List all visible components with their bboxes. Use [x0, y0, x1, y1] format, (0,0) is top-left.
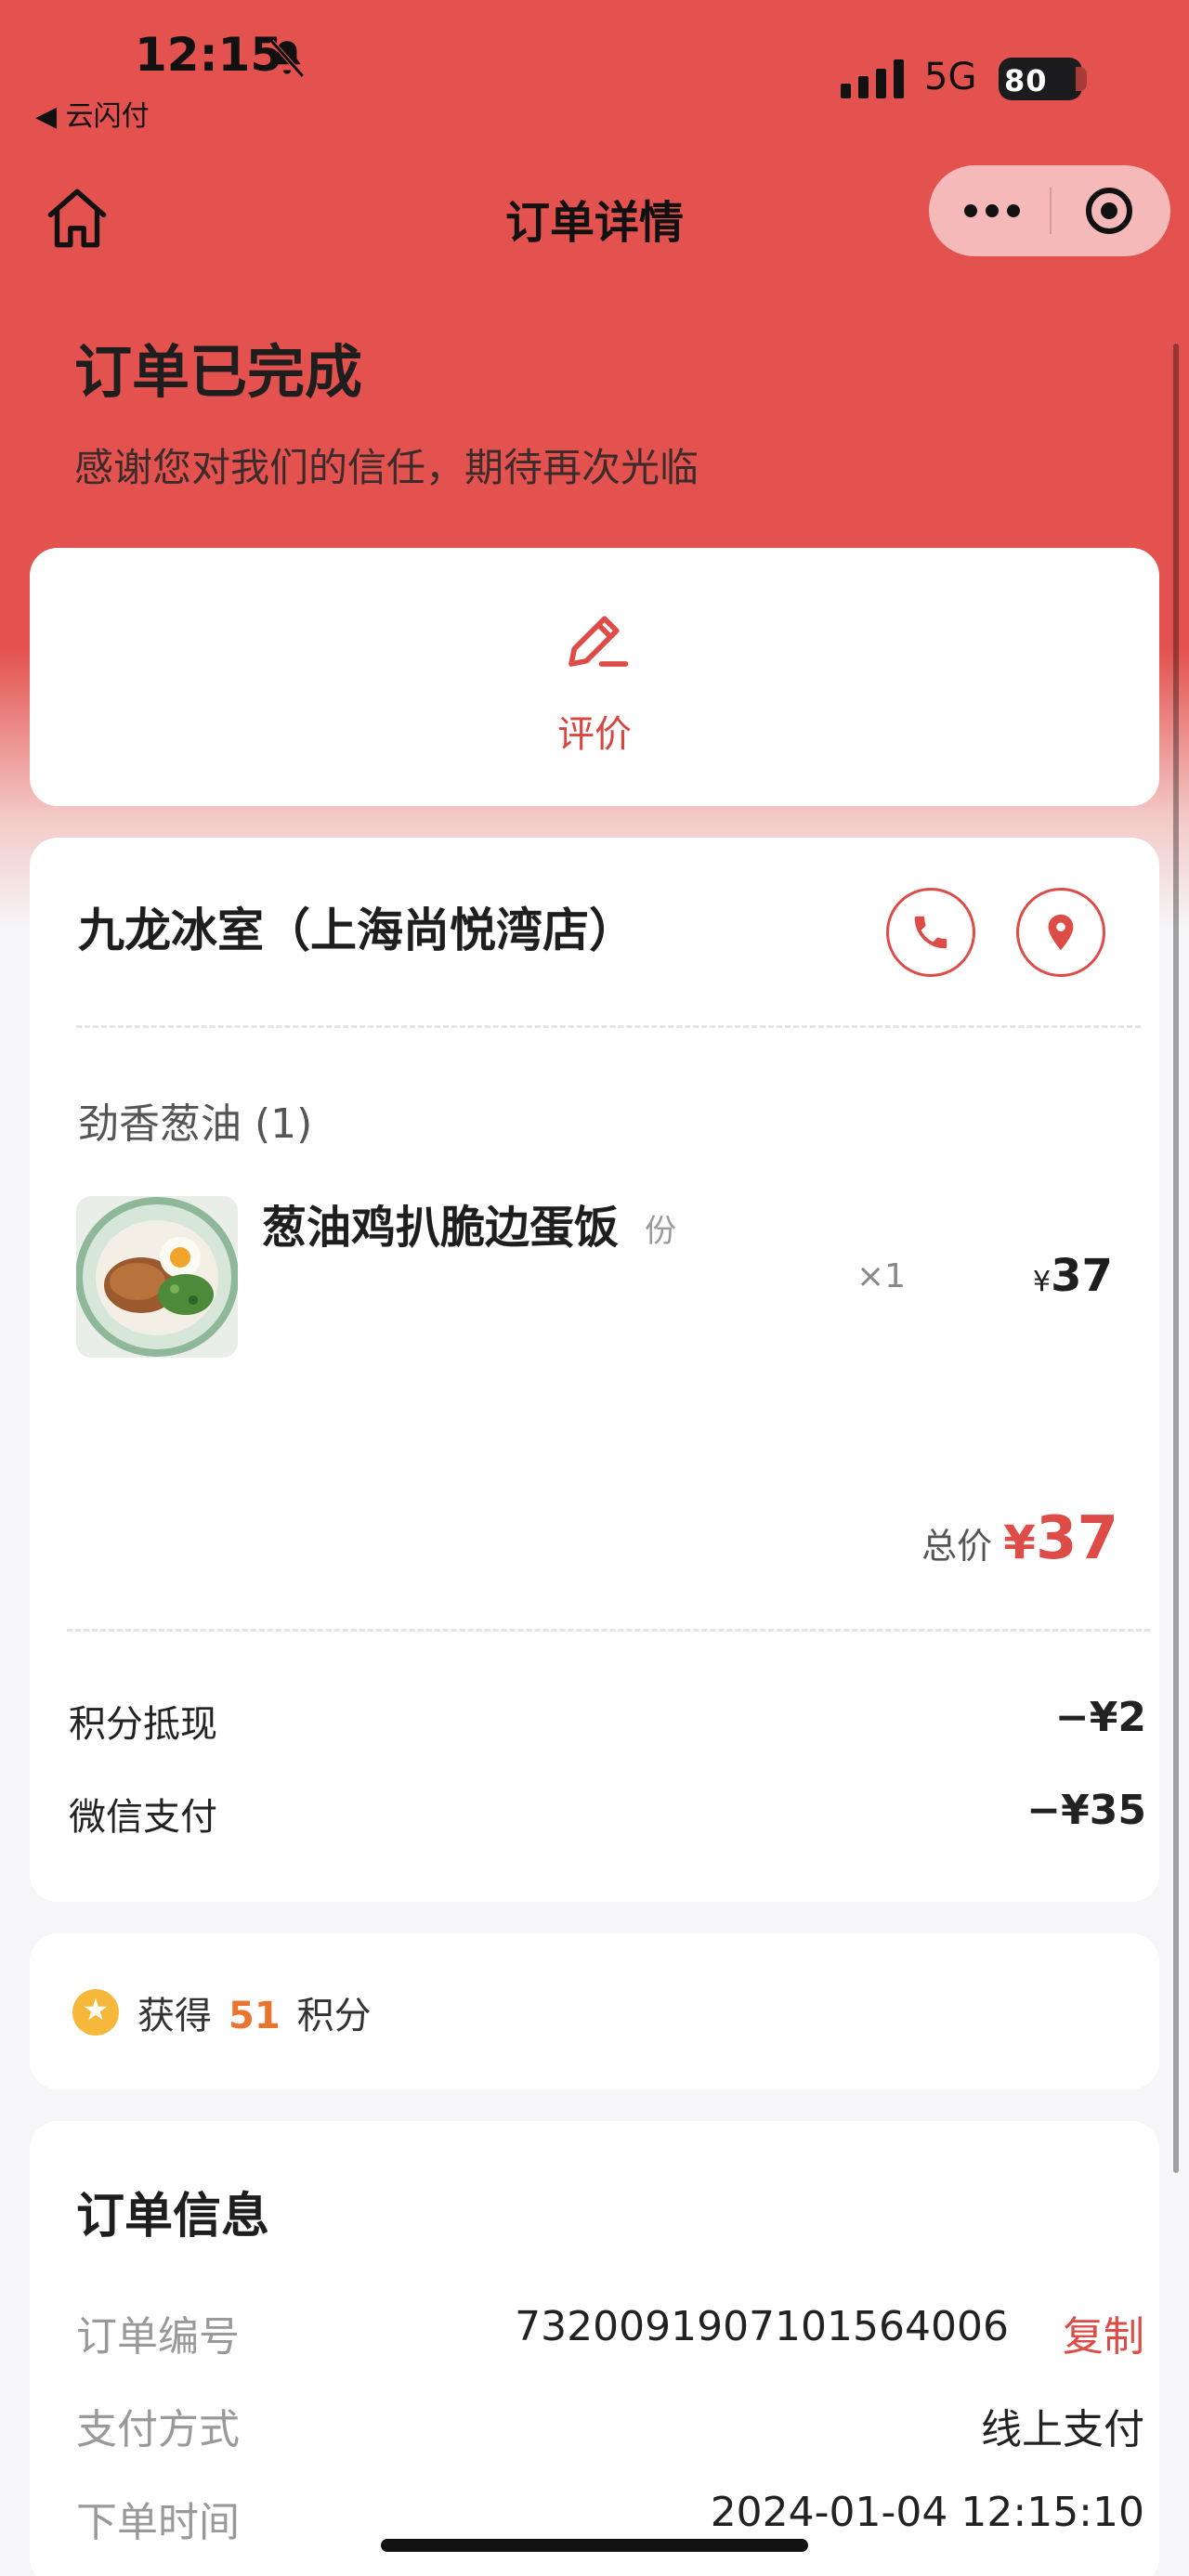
- order-number: 7320091907101564006: [515, 2303, 1009, 2350]
- review-card: 评价: [30, 548, 1159, 806]
- payment-label: 积分抵现: [69, 1703, 217, 1746]
- dish-price: ¥37: [1033, 1250, 1113, 1302]
- points-earned-card: ★ 获得 51 积分: [30, 1933, 1159, 2089]
- order-time: 2024-01-04 12:15:10: [710, 2489, 1144, 2536]
- payment-row-wechat: 微信支付 −¥35: [69, 1787, 1146, 1842]
- review-button[interactable]: 评价: [502, 604, 687, 761]
- payment-method: 线上支付: [981, 2406, 1144, 2453]
- dish-unit: 份: [645, 1213, 676, 1250]
- info-label: 下单时间: [76, 2499, 240, 2546]
- payment-amount: −¥2: [1054, 1694, 1146, 1741]
- call-shop-button[interactable]: [886, 888, 975, 977]
- star-icon: ★: [72, 1989, 119, 2036]
- order-status-subtitle: 感谢您对我们的信任，期待再次光临: [74, 445, 699, 490]
- points-prefix: 获得: [137, 1995, 212, 2037]
- dish-quantity: ×1: [856, 1257, 907, 1295]
- battery-level: 80: [1004, 63, 1048, 98]
- order-number-row: 订单编号 7320091907101564006 复制: [76, 2303, 1144, 2362]
- info-label: 订单编号: [76, 2313, 240, 2361]
- dish-price-currency: ¥: [1033, 1266, 1052, 1298]
- network-type: 5G: [924, 56, 977, 98]
- bell-slash-icon: [269, 39, 305, 78]
- more-icon[interactable]: [929, 165, 1050, 256]
- nav-bar: 订单详情: [0, 158, 1189, 266]
- info-label: 支付方式: [76, 2406, 240, 2453]
- scrollbar[interactable]: [1173, 344, 1179, 2173]
- edit-icon: [568, 616, 629, 667]
- order-items-card: 九龙冰室（上海尚悦湾店） 劲香葱油 (1) 葱油鸡扒脆边蛋饭 份 ×1 ¥37 …: [30, 838, 1159, 1902]
- total-label: 总价: [921, 1526, 993, 1567]
- order-detail-page: 12:15 ◀ 云闪付 5G 80 订单详情 订单已完成 感谢您对我们的信任，期…: [0, 0, 1189, 2576]
- review-label: 评价: [557, 713, 632, 756]
- points-value: 51: [229, 1995, 281, 2037]
- points-earned-text: 获得 51 积分: [137, 1985, 372, 2039]
- back-to-app-link[interactable]: ◀ 云闪付: [35, 93, 150, 134]
- dish-image: [76, 1196, 238, 1358]
- points-suffix: 积分: [296, 1995, 372, 2037]
- battery-indicator: 80: [999, 58, 1082, 100]
- order-info-card: 订单信息 订单编号 7320091907101564006 复制 支付方式 线上…: [30, 2121, 1159, 2576]
- payment-row-points: 积分抵现 −¥2: [69, 1694, 1146, 1750]
- total-value: ¥37: [1003, 1504, 1118, 1573]
- divider: [76, 1025, 1141, 1028]
- battery-tail: [1076, 67, 1087, 91]
- payment-method-row: 支付方式 线上支付: [76, 2396, 1144, 2453]
- copy-button[interactable]: 复制: [1063, 2303, 1144, 2362]
- dish-name: 葱油鸡扒脆边蛋饭: [262, 1202, 620, 1254]
- status-time: 12:15: [135, 28, 283, 82]
- divider: [67, 1629, 1150, 1632]
- order-status-title: 订单已完成: [74, 338, 363, 406]
- order-time-row: 下单时间 2024-01-04 12:15:10: [76, 2489, 1144, 2546]
- shop-name[interactable]: 九龙冰室（上海尚悦湾店）: [78, 893, 635, 960]
- phone-icon: [914, 916, 947, 949]
- shop-location-button[interactable]: [1016, 888, 1105, 977]
- order-total: 总价 ¥37: [921, 1504, 1118, 1573]
- total-amount: 37: [1035, 1504, 1118, 1573]
- mini-program-capsule: [929, 165, 1170, 256]
- target-icon[interactable]: [1050, 165, 1170, 256]
- payment-amount: −¥35: [1026, 1787, 1146, 1834]
- signal-icon: [841, 59, 904, 98]
- total-currency: ¥: [1003, 1516, 1036, 1569]
- status-bar: 12:15 ◀ 云闪付 5G 80: [0, 0, 1189, 139]
- item-group-title: 劲香葱油 (1): [78, 1100, 313, 1148]
- location-pin-icon: [1048, 914, 1074, 951]
- dish-price-value: 37: [1051, 1250, 1113, 1302]
- order-info-title: 订单信息: [76, 2189, 270, 2244]
- home-indicator[interactable]: [381, 2539, 808, 2552]
- payment-label: 微信支付: [69, 1796, 217, 1839]
